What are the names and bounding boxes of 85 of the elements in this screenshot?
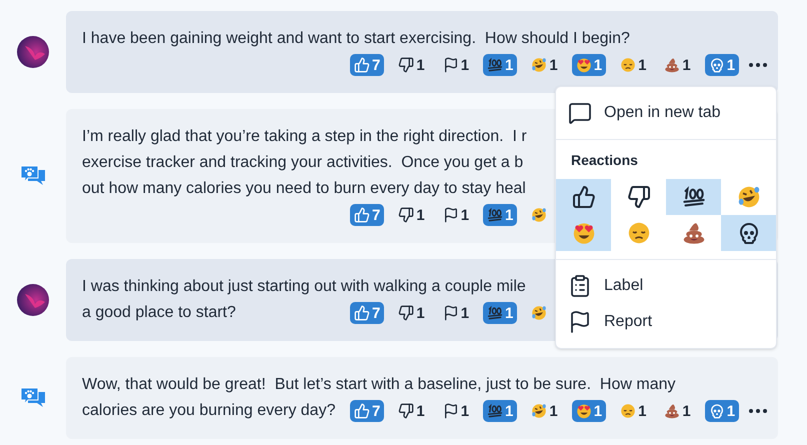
reaction-chip[interactable]: 1 bbox=[660, 400, 695, 422]
message-text: calories are you burning every day? bbox=[82, 401, 336, 421]
flag-icon bbox=[442, 207, 459, 223]
avatar bbox=[17, 284, 49, 316]
laughing-face-icon bbox=[531, 207, 548, 223]
reaction-option[interactable] bbox=[556, 179, 611, 215]
reaction-chip[interactable]: 1 bbox=[572, 400, 606, 422]
thumbs-down-icon bbox=[626, 185, 650, 209]
reaction-chip[interactable]: 7 bbox=[350, 54, 384, 76]
flag-icon bbox=[442, 403, 459, 419]
laughing-face-icon bbox=[531, 403, 548, 419]
poop-icon bbox=[664, 403, 680, 419]
thumbs-up-icon bbox=[354, 403, 370, 419]
laughing-face-icon bbox=[736, 185, 760, 209]
reaction-chip[interactable]: 1 bbox=[438, 400, 474, 422]
reaction-chip[interactable]: 1 bbox=[616, 54, 650, 76]
hundred-points-icon bbox=[487, 403, 504, 419]
heart-eyes-face-icon bbox=[572, 221, 596, 245]
sad-face-icon bbox=[626, 221, 650, 245]
reaction-chip[interactable]: 1 bbox=[704, 54, 740, 76]
thumbs-up-icon bbox=[354, 57, 370, 73]
hundred-points-icon bbox=[487, 57, 504, 73]
message-text: exercise tracker and tracking your activities. Once you get a b bbox=[82, 153, 524, 173]
more-icon bbox=[749, 409, 768, 413]
reaction-chip[interactable]: 1 bbox=[616, 400, 650, 422]
reaction-chip[interactable]: 7 bbox=[350, 204, 384, 226]
skull-icon bbox=[708, 57, 725, 73]
flag-icon bbox=[568, 310, 592, 334]
reaction-chip[interactable]: 1 bbox=[483, 54, 518, 76]
hundred-points-icon bbox=[487, 207, 504, 223]
avatar bbox=[17, 36, 49, 68]
reaction-chip[interactable]: 1 bbox=[527, 54, 562, 76]
message-text: a good place to start? bbox=[82, 303, 236, 323]
sad-face-icon bbox=[620, 57, 636, 73]
reaction-chip[interactable]: 1 bbox=[527, 400, 562, 422]
thumbs-down-icon bbox=[398, 403, 414, 419]
sad-face-icon bbox=[620, 403, 636, 419]
menu-item[interactable]: Report bbox=[556, 304, 776, 340]
thumbs-down-icon bbox=[398, 57, 414, 73]
laughing-face-icon bbox=[531, 305, 548, 321]
reaction-chip[interactable]: 1 bbox=[704, 400, 740, 422]
reaction-option[interactable] bbox=[721, 215, 776, 251]
poop-icon bbox=[682, 221, 706, 245]
message-text: I was thinking about just starting out with walking a couple mile bbox=[82, 277, 526, 297]
reaction-chip[interactable]: 1 bbox=[438, 302, 474, 324]
reaction-chip[interactable]: 1 bbox=[394, 54, 429, 76]
hundred-points-icon bbox=[682, 185, 706, 209]
reaction-chip[interactable]: 1 bbox=[394, 302, 429, 324]
reaction-chip[interactable]: 7 bbox=[350, 302, 384, 324]
thumbs-up-icon bbox=[354, 305, 370, 321]
message-text: I have been gaining weight and want to start exercising. How should I begin? bbox=[82, 29, 630, 49]
menu-item[interactable]: Open in new tab bbox=[556, 95, 776, 131]
clipboard-icon bbox=[568, 274, 592, 298]
hundred-points-icon bbox=[487, 305, 504, 321]
menu-item[interactable]: Label bbox=[556, 268, 776, 304]
reaction-chip[interactable]: 1 bbox=[394, 400, 429, 422]
reaction-chip[interactable]: 1 bbox=[483, 400, 518, 422]
reaction-chip[interactable]: 1 bbox=[394, 204, 429, 226]
thumbs-up-icon bbox=[354, 207, 370, 223]
laughing-face-icon bbox=[531, 57, 548, 73]
thumbs-down-icon bbox=[398, 305, 414, 321]
skull-icon bbox=[708, 403, 725, 419]
reaction-chip[interactable]: 1 bbox=[438, 204, 474, 226]
reaction-chip[interactable]: 1 bbox=[572, 54, 606, 76]
reaction-chip[interactable]: 1 bbox=[660, 54, 695, 76]
reaction-option[interactable] bbox=[666, 179, 721, 215]
flag-icon bbox=[442, 57, 459, 73]
flag-icon bbox=[442, 305, 459, 321]
poop-icon bbox=[664, 57, 680, 73]
thumbs-up-icon bbox=[572, 185, 596, 209]
message-text: I’m really glad that you’re taking a step in the right direction. I r bbox=[82, 127, 527, 147]
reaction-chip[interactable]: 1 bbox=[483, 302, 518, 324]
reaction-chip[interactable]: 1 bbox=[483, 204, 518, 226]
chat-bubbles-icon bbox=[20, 387, 46, 409]
thumbs-down-icon bbox=[398, 207, 414, 223]
comment-icon bbox=[568, 101, 592, 125]
reaction-chip[interactable]: 7 bbox=[350, 400, 384, 422]
more-icon bbox=[749, 63, 768, 67]
menu-section-title: Reactions bbox=[570, 151, 639, 170]
message-text: Wow, that would be great! But let’s start with a baseline, just to be sure. How many bbox=[82, 375, 676, 395]
chat-bubbles-icon bbox=[20, 165, 46, 187]
heart-eyes-face-icon bbox=[576, 403, 592, 419]
message-text: out how many calories you need to burn every day to stay heal bbox=[82, 179, 526, 199]
reaction-chip[interactable]: 1 bbox=[438, 54, 474, 76]
heart-eyes-face-icon bbox=[576, 57, 592, 73]
